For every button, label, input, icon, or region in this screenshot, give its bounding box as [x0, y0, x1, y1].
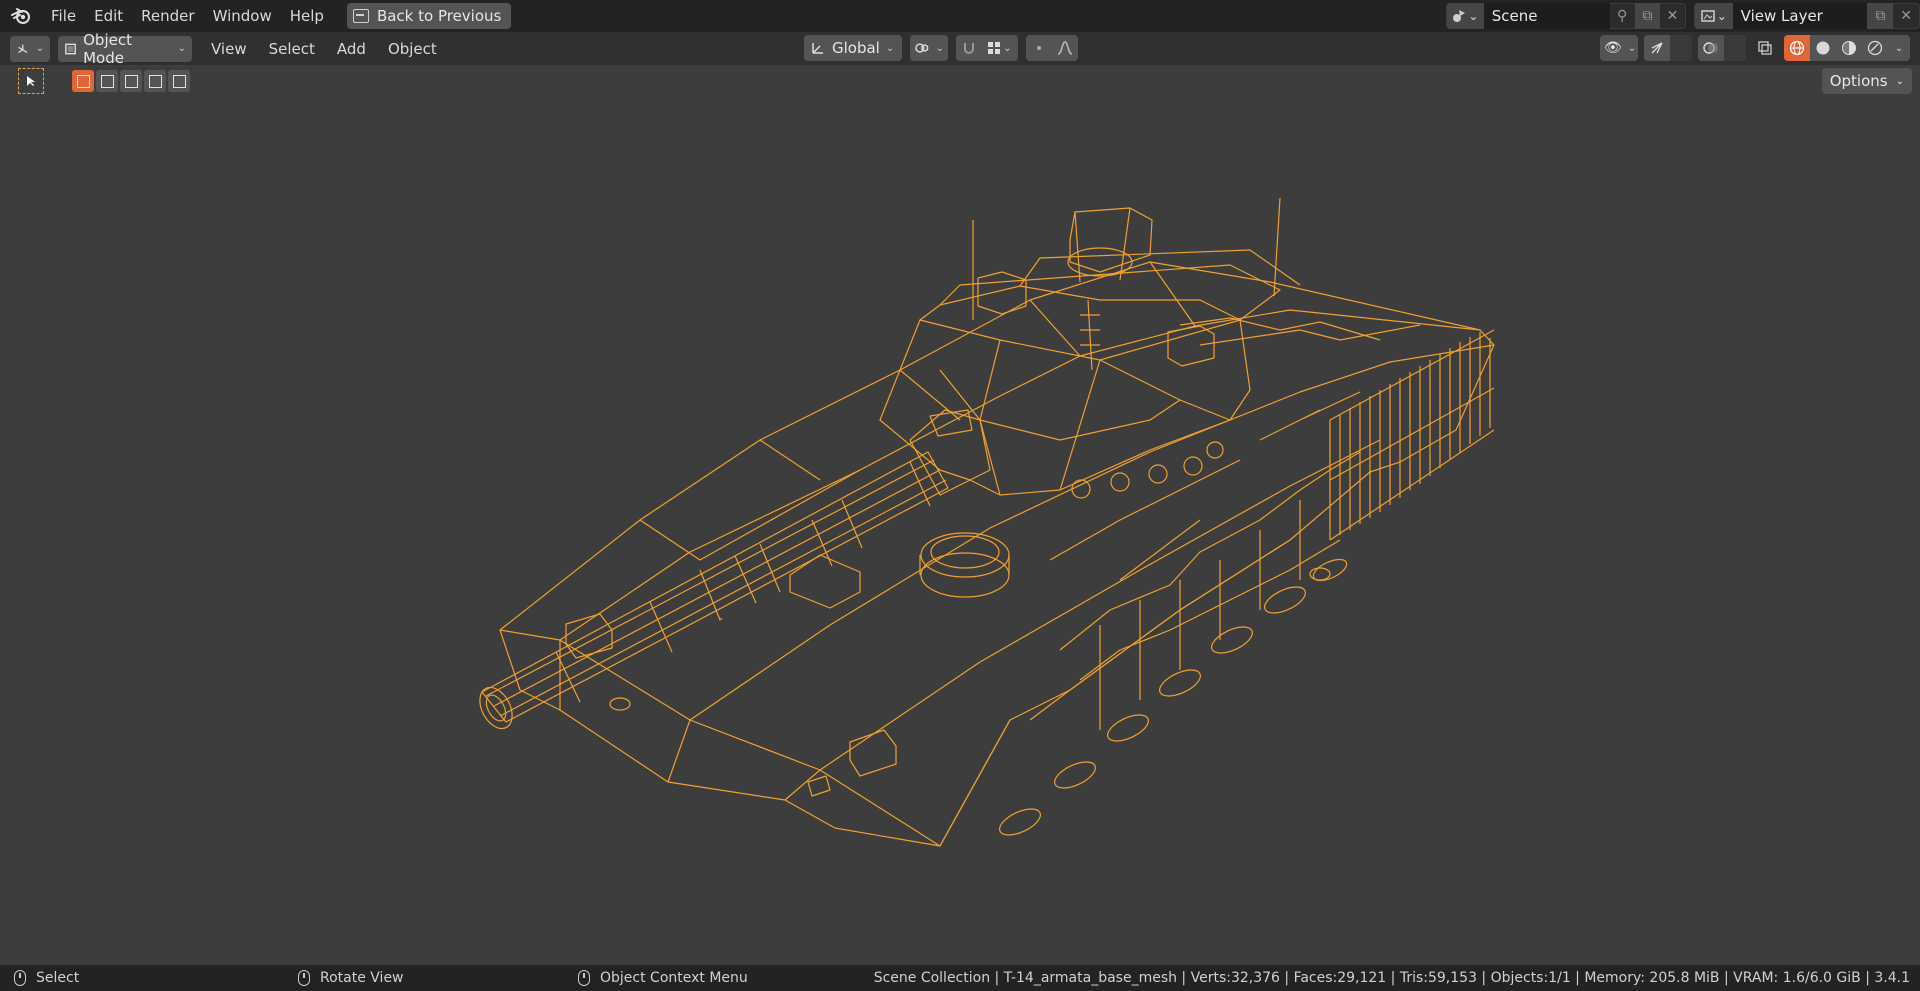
back-screen-icon	[352, 9, 369, 23]
select-box-tool-icon[interactable]	[18, 68, 44, 94]
chevron-down-icon: ⌄	[1894, 42, 1904, 54]
overlays-dropdown[interactable]	[1724, 35, 1746, 61]
proportional-falloff-icon[interactable]	[1052, 35, 1078, 61]
object-mode-label: Object Mode	[83, 30, 132, 67]
options-dropdown[interactable]: Options ⌄	[1821, 68, 1912, 94]
transform-controls: Global ⌄ ⌄ ⌄	[804, 35, 1078, 61]
chevron-down-icon: ⌄	[1003, 42, 1012, 54]
xray-toggle-icon[interactable]	[1752, 35, 1778, 61]
top-menu-bar: File Edit Render Window Help Back to Pre…	[0, 0, 1920, 32]
gizmo-dropdown[interactable]	[1670, 35, 1692, 61]
snapping-group: ⌄	[956, 35, 1018, 61]
overlays-toggle-icon[interactable]	[1698, 35, 1724, 61]
header-menu-object[interactable]: Object	[377, 40, 448, 58]
view-layer-browse-icon[interactable]: ⌄	[1695, 3, 1733, 29]
back-to-previous-label: Back to Previous	[376, 7, 502, 25]
tool-settings-row: Options ⌄	[0, 65, 1920, 97]
orientation-gizmo-icon	[812, 43, 823, 54]
chevron-down-icon: ⌄	[35, 43, 44, 54]
solid-shading-icon[interactable]	[1810, 35, 1836, 61]
header-menu-select[interactable]: Select	[258, 40, 326, 58]
mode-invert-selection-icon[interactable]	[144, 70, 166, 92]
scene-selector[interactable]: ⌄ Scene ⚲ ⧉ ✕	[1446, 3, 1686, 29]
mode-intersect-selection-icon[interactable]	[168, 70, 190, 92]
blender-logo-icon[interactable]	[0, 0, 42, 32]
mouse-left-icon	[14, 970, 26, 986]
visibility-dropdown[interactable]: 👁 ⌄	[1600, 35, 1638, 61]
proportional-edit-icon[interactable]	[1026, 35, 1052, 61]
chevron-down-icon: ⌄	[885, 42, 895, 54]
transform-orientation-dropdown[interactable]: Global ⌄	[804, 35, 902, 61]
chevron-down-icon: ⌄	[1895, 75, 1904, 87]
pivot-point-icon	[915, 43, 929, 53]
status-hint-context-label: Object Context Menu	[600, 970, 748, 986]
transform-orientation-label: Global	[832, 39, 880, 57]
menu-help[interactable]: Help	[281, 3, 333, 29]
3d-viewport-icon	[18, 44, 28, 53]
view-layer-selector[interactable]: ⌄ View Layer ⧉ ✕	[1694, 3, 1920, 29]
back-to-previous-button[interactable]: Back to Previous	[346, 3, 512, 29]
rendered-shading-icon[interactable]	[1862, 35, 1888, 61]
wireframe-shading-icon[interactable]	[1784, 35, 1810, 61]
chevron-down-icon: ⌄	[1627, 42, 1637, 54]
status-hint-rotate-label: Rotate View	[320, 970, 404, 986]
header-menu-view[interactable]: View	[200, 40, 258, 58]
mouse-middle-icon	[298, 970, 310, 986]
view-layer-name-field[interactable]: View Layer	[1732, 3, 1868, 29]
snap-increment-icon	[988, 42, 1001, 54]
snap-target-dropdown[interactable]: ⌄	[982, 35, 1018, 61]
status-hint-rotate: Rotate View	[298, 970, 404, 986]
scene-browse-icon[interactable]: ⌄	[1447, 3, 1484, 29]
status-bar: Select Rotate View Object Context Menu S…	[0, 965, 1920, 991]
scene-name-field[interactable]: Scene	[1483, 3, 1610, 29]
snap-toggle-icon[interactable]	[956, 35, 982, 61]
scene-selector-group: ⌄ Scene ⚲ ⧉ ✕ ⌄ View Layer ⧉ ✕	[1446, 0, 1920, 32]
scene-statistics: Scene Collection | T-14_armata_base_mesh…	[873, 970, 1910, 986]
view-layer-close-icon[interactable]: ✕	[1893, 3, 1919, 29]
3d-viewport[interactable]	[0, 97, 1920, 965]
selection-mode-group	[72, 70, 190, 92]
material-preview-shading-icon[interactable]	[1836, 35, 1862, 61]
mode-new-selection-icon[interactable]	[72, 70, 94, 92]
object-mode-dropdown[interactable]: Object Mode ⌄	[58, 31, 192, 67]
chevron-down-icon: ⌄	[935, 42, 944, 54]
options-label: Options	[1829, 72, 1888, 90]
viewport-header: ⌄ Object Mode ⌄ View Select Add Object G…	[0, 31, 1920, 67]
proportional-edit-group	[1026, 35, 1078, 61]
status-hint-select: Select	[14, 970, 79, 986]
status-hint-select-label: Select	[36, 970, 80, 986]
scene-pin-icon[interactable]: ⚲	[1610, 3, 1635, 29]
view-layer-new-icon[interactable]: ⧉	[1867, 3, 1894, 29]
object-mode-icon	[65, 43, 76, 54]
pivot-point-dropdown[interactable]: ⌄	[910, 35, 948, 61]
menu-file[interactable]: File	[42, 3, 85, 29]
menu-edit[interactable]: Edit	[85, 3, 132, 29]
menu-window[interactable]: Window	[204, 3, 281, 29]
shading-mode-group: ⌄	[1784, 35, 1910, 61]
scene-new-icon[interactable]: ⧉	[1634, 3, 1660, 29]
editor-type-dropdown[interactable]: ⌄	[10, 35, 50, 62]
shading-dropdown[interactable]: ⌄	[1888, 35, 1910, 61]
header-menu-add[interactable]: Add	[326, 40, 377, 58]
eye-icon: 👁	[1604, 40, 1622, 56]
mode-subtract-selection-icon[interactable]	[120, 70, 142, 92]
viewport-display-controls: 👁 ⌄ ⌄	[1600, 35, 1910, 61]
status-hint-context: Object Context Menu	[578, 970, 748, 986]
scene-close-icon[interactable]: ✕	[1660, 3, 1685, 29]
mouse-right-icon	[578, 970, 590, 986]
mode-extend-selection-icon[interactable]	[96, 70, 118, 92]
chevron-down-icon: ⌄	[177, 43, 186, 54]
menu-render[interactable]: Render	[132, 3, 203, 29]
gizmo-toggle-icon[interactable]	[1644, 35, 1670, 61]
tank-wireframe-model[interactable]	[0, 97, 1920, 965]
